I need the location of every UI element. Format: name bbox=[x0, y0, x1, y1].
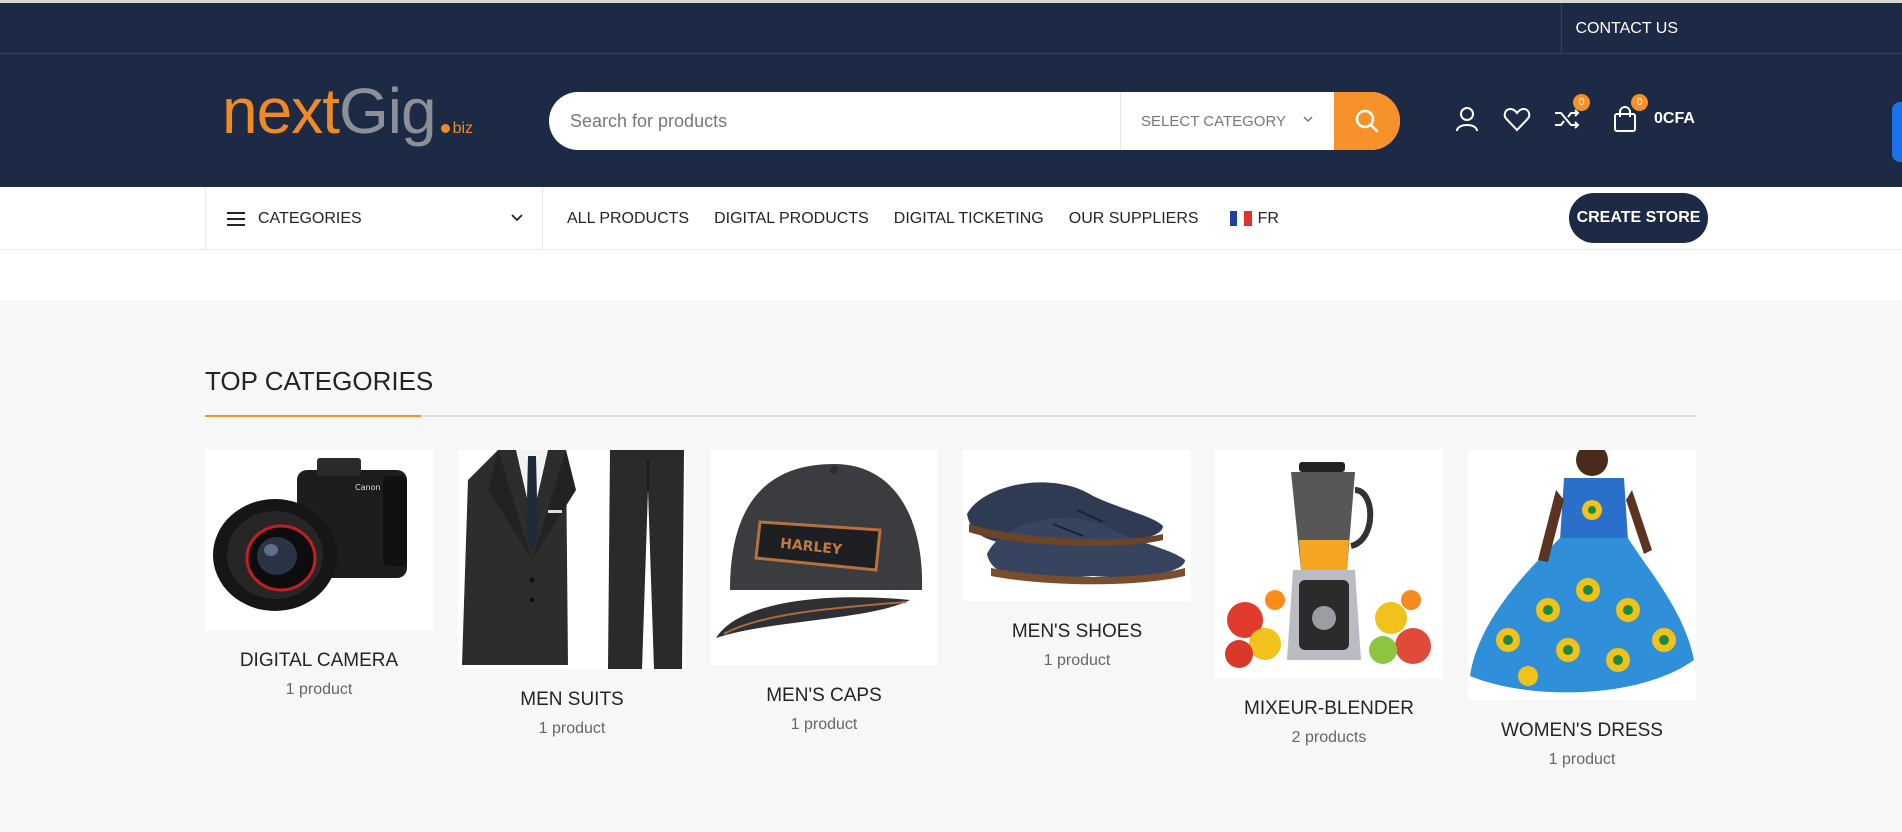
category-image-dress[interactable] bbox=[1468, 450, 1696, 700]
category-count: 2 products bbox=[1291, 729, 1367, 746]
category-image-cap[interactable]: HARLEY bbox=[710, 450, 938, 665]
category-name[interactable]: MEN'S CAPS bbox=[710, 685, 938, 707]
heart-icon bbox=[1503, 107, 1531, 132]
logo-dot bbox=[440, 124, 450, 133]
category-image-blender[interactable] bbox=[1215, 450, 1443, 678]
section-divider-accent bbox=[205, 415, 421, 417]
wishlist-button[interactable] bbox=[1502, 104, 1532, 134]
cart-count-badge: 0 bbox=[1631, 94, 1648, 111]
main-nav: CATEGORIES ALL PRODUCTS DIGITAL PRODUCTS… bbox=[0, 187, 1902, 250]
category-image-shoes[interactable] bbox=[963, 450, 1191, 601]
category-select[interactable]: SELECT CATEGORY bbox=[1121, 92, 1334, 150]
logo-suffix: biz bbox=[452, 120, 474, 137]
nav-links: ALL PRODUCTS DIGITAL PRODUCTS DIGITAL TI… bbox=[567, 187, 1279, 250]
category-count: 1 product bbox=[790, 716, 858, 733]
category-image-camera[interactable]: Canon bbox=[205, 450, 433, 630]
category-name[interactable]: WOMEN'S DRESS bbox=[1468, 720, 1696, 742]
category-name[interactable]: MEN'S SHOES bbox=[963, 621, 1191, 643]
chevron-down-icon bbox=[511, 214, 523, 222]
logo-text-next: next bbox=[222, 75, 340, 147]
compare-button[interactable]: 0 bbox=[1552, 94, 1590, 134]
france-flag-icon bbox=[1229, 211, 1252, 226]
header-actions: 0 0 0CFA bbox=[1452, 94, 1695, 144]
category-card-womens-dress[interactable]: WOMEN'S DRESS 1 product bbox=[1468, 450, 1696, 769]
chevron-down-icon bbox=[1303, 116, 1313, 123]
top-bar: CONTACT US bbox=[0, 0, 1902, 54]
category-card-men-suits[interactable]: MEN SUITS 1 product bbox=[458, 450, 686, 738]
category-count: 1 product bbox=[1043, 652, 1111, 669]
cart-total[interactable]: 0CFA bbox=[1654, 110, 1695, 128]
category-card-mens-shoes[interactable]: MEN'S SHOES 1 product bbox=[963, 450, 1191, 670]
category-name[interactable]: DIGITAL CAMERA bbox=[205, 650, 433, 672]
search-input[interactable] bbox=[549, 92, 1120, 150]
categories-menu[interactable]: CATEGORIES bbox=[205, 187, 543, 250]
search-bar: SELECT CATEGORY bbox=[549, 92, 1400, 150]
top-categories-section: TOP CATEGORIES Canon DIGITAL CAMERA 1 pr… bbox=[0, 300, 1902, 832]
category-select-label: SELECT CATEGORY bbox=[1141, 112, 1287, 130]
logo-text-gig: Gig bbox=[338, 75, 437, 147]
nav-link-all-products[interactable]: ALL PRODUCTS bbox=[567, 210, 689, 228]
language-switcher[interactable]: FR bbox=[1229, 209, 1279, 228]
language-label: FR bbox=[1257, 209, 1279, 227]
category-card-mixeur-blender[interactable]: MIXEUR-BLENDER 2 products bbox=[1215, 450, 1443, 747]
menu-icon bbox=[227, 211, 245, 226]
section-divider bbox=[205, 415, 1696, 417]
account-button[interactable] bbox=[1452, 104, 1482, 134]
site-header: nextGigbiz SELECT CATEGORY 0 0 0CFA bbox=[0, 54, 1902, 187]
user-icon bbox=[1456, 107, 1478, 132]
nav-link-our-suppliers[interactable]: OUR SUPPLIERS bbox=[1069, 210, 1199, 228]
category-count: 1 product bbox=[285, 681, 353, 698]
contact-us-link[interactable]: CONTACT US bbox=[1561, 3, 1694, 54]
cart-button[interactable]: 0 bbox=[1610, 94, 1648, 134]
category-name[interactable]: MIXEUR-BLENDER bbox=[1215, 698, 1443, 720]
search-icon bbox=[1355, 109, 1379, 133]
categories-menu-label: CATEGORIES bbox=[258, 209, 362, 227]
section-title: TOP CATEGORIES bbox=[205, 366, 434, 396]
create-store-button[interactable]: CREATE STORE bbox=[1569, 193, 1708, 243]
category-count: 1 product bbox=[538, 720, 606, 737]
compare-count-badge: 0 bbox=[1573, 94, 1590, 111]
nav-link-digital-ticketing[interactable]: DIGITAL TICKETING bbox=[894, 210, 1044, 228]
site-logo[interactable]: next Gig biz bbox=[222, 74, 473, 154]
category-name[interactable]: MEN SUITS bbox=[458, 689, 686, 711]
side-panel-tab[interactable] bbox=[1892, 102, 1902, 162]
category-count: 1 product bbox=[1548, 751, 1616, 768]
category-card-mens-caps[interactable]: HARLEY MEN'S CAPS 1 product bbox=[710, 450, 938, 734]
svg-text:Canon: Canon bbox=[355, 483, 381, 492]
search-button[interactable] bbox=[1334, 92, 1400, 150]
nav-link-digital-products[interactable]: DIGITAL PRODUCTS bbox=[714, 210, 869, 228]
category-image-suit[interactable] bbox=[458, 450, 686, 669]
category-card-digital-camera[interactable]: Canon DIGITAL CAMERA 1 product bbox=[205, 450, 433, 699]
